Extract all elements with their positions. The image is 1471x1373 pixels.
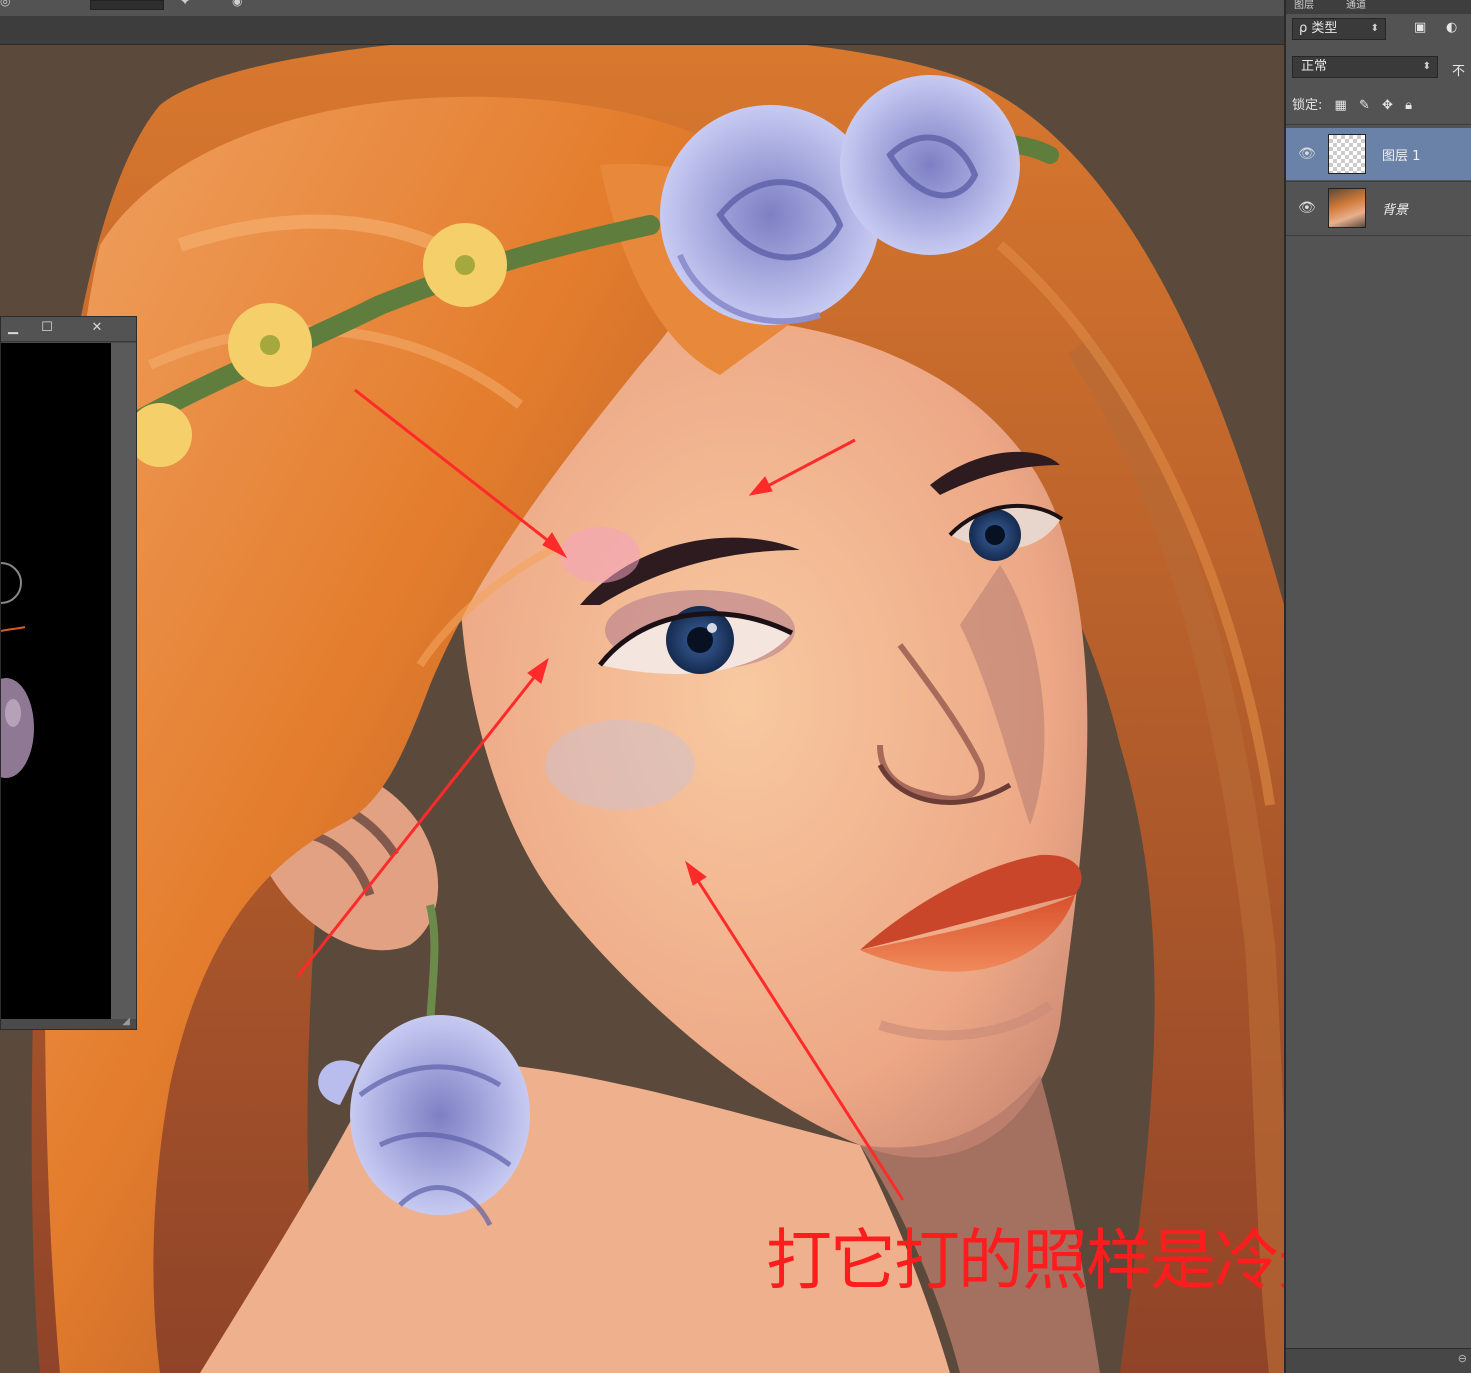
brush-icon[interactable]: ✎ — [1359, 98, 1370, 113]
resize-grip-icon[interactable]: ◢ — [122, 1016, 130, 1027]
eye-icon[interactable]: 👁︎ — [1298, 146, 1316, 162]
minimize-button[interactable]: ▁ — [3, 320, 23, 336]
tool-option-icon[interactable]: ◎ — [0, 0, 10, 8]
opacity-label: 不 — [1452, 64, 1466, 79]
pressure-icon[interactable]: ✦ — [180, 0, 190, 8]
layer-row-1[interactable]: 👁︎ 图层 1 — [1286, 128, 1471, 180]
filter-label: ρ 类型 — [1299, 21, 1338, 36]
close-button[interactable]: ✕ — [87, 320, 107, 336]
divider — [1286, 124, 1471, 125]
tab-channels[interactable]: 通道 — [1346, 0, 1366, 11]
checker-icon[interactable]: ▦ — [1335, 98, 1347, 113]
panel-tabs: 图层 通道 — [1286, 0, 1471, 14]
blend-mode-select[interactable]: 正常 ⬍ — [1292, 56, 1438, 78]
layers-panel: 图层 通道 ρ 类型 ⬍ ▣ ◐ 正常 ⬍ 不 锁定: ▦ ✎ ✥ 🔒︎ 👁︎ … — [1284, 0, 1471, 1373]
eye-icon[interactable]: 👁︎ — [1298, 200, 1316, 216]
layer-name[interactable]: 图层 1 — [1382, 145, 1420, 164]
tab-layers[interactable]: 图层 — [1294, 0, 1314, 11]
maximize-button[interactable]: ☐ — [37, 320, 57, 336]
move-icon[interactable]: ✥ — [1382, 98, 1393, 113]
panel-footer: ⊖ — [1286, 1348, 1471, 1373]
painting — [31, 45, 1284, 1373]
blend-mode-value: 正常 — [1301, 59, 1328, 74]
subwindow-scrollbar[interactable] — [111, 343, 136, 1019]
airbrush-icon[interactable]: ◉ — [232, 0, 242, 8]
floating-subwindow[interactable]: ▁ ☐ ✕ ◢ — [0, 316, 137, 1030]
preview-image — [1, 562, 34, 778]
tool-size-swatch[interactable] — [90, 0, 164, 10]
options-bar: ◎ ✦ ◉ — [0, 0, 1284, 45]
layer-name[interactable]: 背景 — [1382, 199, 1408, 218]
lock-row: 锁定: ▦ ✎ ✥ 🔒︎ — [1292, 94, 1412, 116]
select-arrows-icon: ⬍ — [1370, 23, 1379, 34]
layer-thumbnail — [1328, 134, 1366, 174]
layer-thumbnail — [1328, 188, 1366, 228]
lock-label: 锁定: — [1292, 98, 1323, 113]
document-canvas[interactable] — [0, 45, 1284, 1373]
options-bar-strip — [0, 0, 1284, 16]
adjustment-filter-icon[interactable]: ◐ — [1446, 20, 1457, 35]
lock-icon[interactable]: 🔒︎ — [1405, 98, 1412, 113]
annotation-text: 打它打的照样是冷光 — [766, 1222, 1344, 1299]
divider — [1286, 235, 1471, 236]
image-filter-icon[interactable]: ▣ — [1414, 20, 1426, 35]
subwindow-preview — [1, 343, 111, 1019]
select-arrows-icon: ⬍ — [1422, 61, 1431, 72]
layer-filter-select[interactable]: ρ 类型 ⬍ — [1292, 18, 1386, 40]
layer-row-background[interactable]: 👁︎ 背景 — [1286, 182, 1471, 234]
subwindow-titlebar[interactable]: ▁ ☐ ✕ — [1, 317, 136, 342]
link-icon[interactable]: ⊖ — [1458, 1352, 1467, 1365]
